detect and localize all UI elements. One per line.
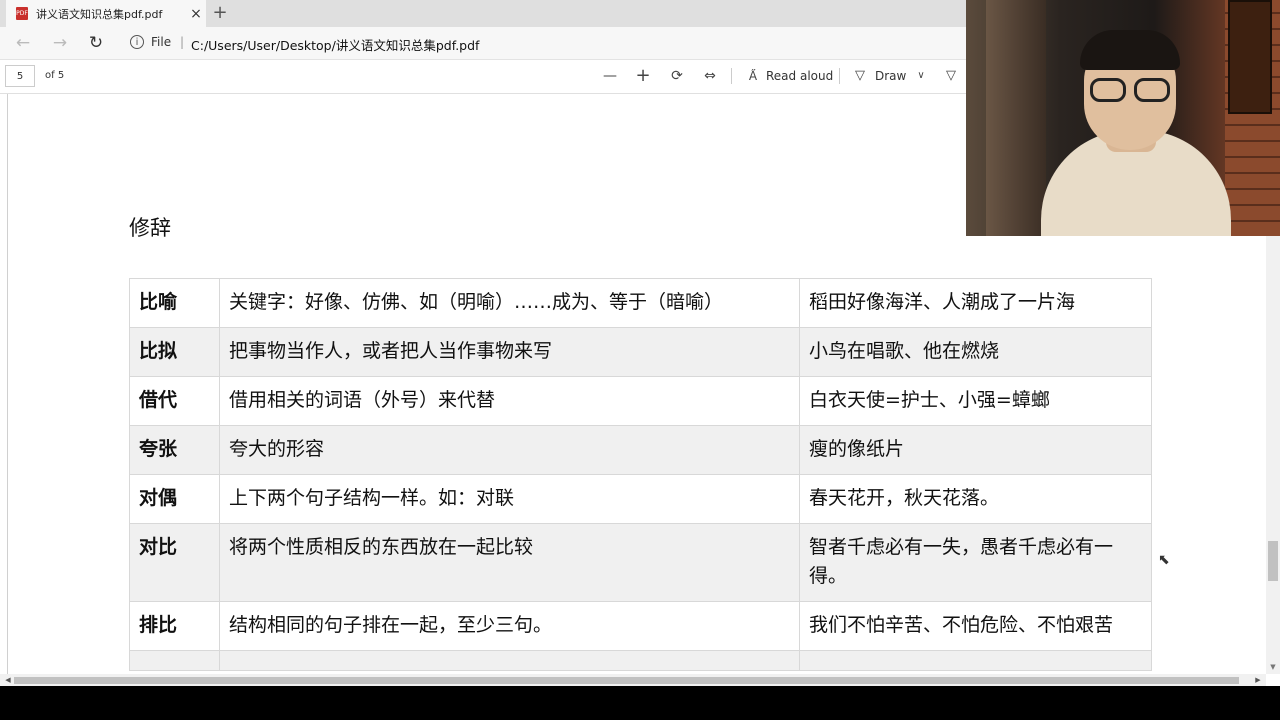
draw-pen-icon[interactable]: ▽ xyxy=(852,66,868,86)
term-cell: 比拟 xyxy=(129,327,220,377)
new-tab-button[interactable]: + xyxy=(210,2,230,24)
refresh-icon[interactable]: ↻ xyxy=(84,32,108,54)
table-row: 比拟 把事物当作人，或者把人当作事物来写 小鸟在唱歌、他在燃烧 xyxy=(129,327,1152,377)
table-row: 对比 将两个性质相反的东西放在一起比较 智者千虑必有一失，愚者千虑必有一得。 xyxy=(129,523,1152,602)
page-count: of 5 xyxy=(45,70,65,81)
example-cell: 我们不怕辛苦、不怕危险、不怕艰苦 xyxy=(799,601,1152,651)
term-cell: 对比 xyxy=(129,523,220,602)
read-aloud-icon[interactable]: A̋ xyxy=(744,66,762,86)
desc-cell: 将两个性质相反的东西放在一起比较 xyxy=(219,523,800,602)
background-pillar xyxy=(986,0,1046,236)
toolbar-divider xyxy=(731,68,732,84)
term-cell xyxy=(129,650,220,671)
url-field[interactable]: C:/Users/User/Desktop/讲义语文知识总集pdf.pdf xyxy=(191,35,479,54)
read-aloud-button[interactable]: Read aloud xyxy=(766,69,833,83)
back-arrow-icon[interactable]: ← xyxy=(11,32,35,54)
desc-cell: 夸大的形容 xyxy=(219,425,800,475)
table-row xyxy=(129,650,1152,671)
desc-cell: 结构相同的句子排在一起，至少三句。 xyxy=(219,601,800,651)
tab-close-icon[interactable]: × xyxy=(186,6,206,22)
example-cell: 春天花开，秋天花落。 xyxy=(799,474,1152,524)
chevron-down-icon[interactable]: ∨ xyxy=(913,66,929,86)
page-edge xyxy=(7,94,8,674)
rotate-icon[interactable]: ⟳ xyxy=(667,66,687,86)
wall-frame xyxy=(1228,0,1272,114)
desc-cell xyxy=(219,650,800,671)
table-row: 排比 结构相同的句子排在一起，至少三句。 我们不怕辛苦、不怕危险、不怕艰苦 xyxy=(129,601,1152,651)
browser-tab[interactable]: PDF 讲义语文知识总集pdf.pdf × xyxy=(6,0,206,27)
draw-button[interactable]: Draw xyxy=(875,69,906,83)
info-icon[interactable]: i xyxy=(130,35,144,49)
presenter-glasses xyxy=(1088,78,1173,102)
desc-cell: 借用相关的词语（外号）来代替 xyxy=(219,376,800,426)
plus-icon[interactable]: + xyxy=(633,66,653,86)
page-number-input[interactable]: 5 xyxy=(5,65,35,87)
example-cell xyxy=(799,650,1152,671)
black-letterbox xyxy=(0,686,1280,720)
minus-icon[interactable]: — xyxy=(600,66,620,86)
horizontal-scroll-thumb[interactable] xyxy=(14,677,1239,684)
table-row: 对偶 上下两个句子结构一样。如：对联 春天花开，秋天花落。 xyxy=(129,474,1152,524)
term-cell: 排比 xyxy=(129,601,220,651)
table-row: 借代 借用相关的词语（外号）来代替 白衣天使=护士、小强=蟑螂 xyxy=(129,376,1152,426)
webcam-overlay xyxy=(966,0,1280,236)
fit-page-icon[interactable]: ⇔ xyxy=(700,66,720,86)
address-separator: | xyxy=(180,35,185,49)
example-cell: 小鸟在唱歌、他在燃烧 xyxy=(799,327,1152,377)
desc-cell: 关键字：好像、仿佛、如（明喻）……成为、等于（暗喻） xyxy=(219,278,800,328)
section-heading: 修辞 xyxy=(129,216,171,240)
file-label: File xyxy=(151,35,172,49)
example-cell: 瘦的像纸片 xyxy=(799,425,1152,475)
table-row: 比喻 关键字：好像、仿佛、如（明喻）……成为、等于（暗喻） 稻田好像海洋、人潮成了一… xyxy=(129,278,1152,328)
example-cell: 白衣天使=护士、小强=蟑螂 xyxy=(799,376,1152,426)
scroll-left-icon[interactable]: ◀ xyxy=(2,675,14,685)
mouse-cursor-icon: ⬉ xyxy=(1158,552,1170,568)
highlight-icon[interactable]: ▽ xyxy=(943,66,959,86)
desc-cell: 上下两个句子结构一样。如：对联 xyxy=(219,474,800,524)
term-cell: 对偶 xyxy=(129,474,220,524)
table-row: 夸张 夸大的形容 瘦的像纸片 xyxy=(129,425,1152,475)
pdf-file-icon: PDF xyxy=(16,7,28,20)
vertical-scroll-thumb[interactable] xyxy=(1268,541,1278,581)
desc-cell: 把事物当作人，或者把人当作事物来写 xyxy=(219,327,800,377)
term-cell: 借代 xyxy=(129,376,220,426)
rhetoric-table: 比喻 关键字：好像、仿佛、如（明喻）……成为、等于（暗喻） 稻田好像海洋、人潮成了一… xyxy=(129,278,1152,671)
scroll-down-icon[interactable]: ▼ xyxy=(1266,662,1280,672)
term-cell: 比喻 xyxy=(129,278,220,328)
scroll-right-icon[interactable]: ▶ xyxy=(1252,675,1264,685)
example-cell: 智者千虑必有一失，愚者千虑必有一得。 xyxy=(799,523,1152,602)
presenter-hair xyxy=(1080,30,1180,70)
tab-title: 讲义语文知识总集pdf.pdf xyxy=(36,7,163,21)
forward-arrow-icon[interactable]: → xyxy=(48,32,72,54)
example-cell: 稻田好像海洋、人潮成了一片海 xyxy=(799,278,1152,328)
term-cell: 夸张 xyxy=(129,425,220,475)
toolbar-divider xyxy=(839,68,840,84)
